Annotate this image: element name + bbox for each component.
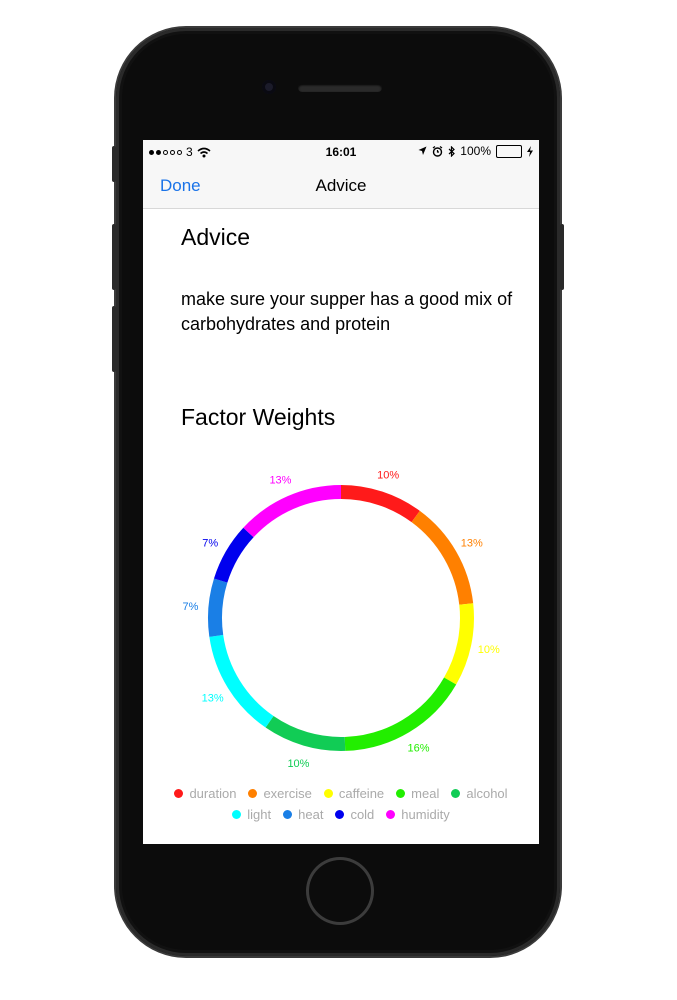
donut-slice-exercise	[411, 510, 474, 605]
donut-slice-duration	[340, 485, 420, 523]
donut-slice-meal	[344, 677, 457, 751]
slice-label-meal: 16%	[408, 743, 430, 755]
legend-label: meal	[411, 786, 440, 801]
slice-label-alcohol: 10%	[287, 758, 309, 770]
legend-label: caffeine	[338, 786, 385, 801]
legend-swatch	[386, 810, 396, 819]
legend-label: exercise	[263, 786, 312, 801]
legend-swatch	[323, 789, 333, 798]
power-button	[560, 224, 564, 290]
legend-swatch	[335, 810, 345, 819]
slice-label-humidity: 13%	[269, 475, 291, 487]
legend-swatch	[283, 810, 293, 819]
legend-item-caffeine[interactable]: caffeine	[323, 786, 385, 801]
legend-item-heat[interactable]: heat	[283, 807, 323, 822]
donut-slice-light	[209, 634, 274, 728]
legend-label: cold	[350, 807, 375, 822]
legend-item-alcohol[interactable]: alcohol	[451, 786, 508, 801]
mute-switch	[112, 146, 116, 182]
slice-label-heat: 7%	[183, 601, 199, 613]
front-camera	[262, 80, 276, 94]
legend-item-exercise[interactable]: exercise	[248, 786, 312, 801]
legend-item-duration[interactable]: duration	[174, 786, 236, 801]
donut-slice-alcohol	[265, 715, 346, 751]
legend-swatch	[396, 789, 406, 798]
donut-slice-caffeine	[443, 603, 474, 685]
chart-legend: duration exercise caffeine meal alcohol light…	[143, 783, 539, 825]
legend-item-humidity[interactable]: humidity	[386, 807, 450, 822]
legend-item-meal[interactable]: meal	[396, 786, 439, 801]
legend-swatch	[232, 810, 242, 819]
legend-label: alcohol	[466, 786, 508, 801]
earpiece-speaker	[298, 84, 382, 92]
legend-label: heat	[298, 807, 324, 822]
volume-down-button	[112, 306, 116, 372]
legend-row: light heat cold humidity	[143, 804, 539, 825]
volume-up-button	[112, 224, 116, 290]
legend-label: light	[247, 807, 272, 822]
legend-row: duration exercise caffeine meal alcohol	[143, 783, 539, 804]
slice-label-light: 13%	[202, 693, 224, 705]
screen: 3 16:01 100% Done Advice Advice make sur…	[143, 140, 539, 844]
legend-swatch	[248, 789, 258, 798]
factor-weights-donut-chart: 10% 13% 10% 16% 10% 13% 7% 7% 13%	[183, 470, 500, 770]
legend-label: humidity	[401, 807, 450, 822]
slice-label-caffeine: 10%	[478, 644, 500, 656]
legend-swatch	[451, 789, 461, 798]
legend-swatch	[174, 789, 184, 798]
donut-slice-heat	[208, 578, 228, 637]
slice-label-duration: 10%	[377, 470, 399, 482]
legend-item-cold[interactable]: cold	[335, 807, 374, 822]
donut-slice-humidity	[243, 485, 342, 538]
home-button[interactable]	[306, 857, 374, 925]
slice-label-cold: 7%	[202, 538, 218, 550]
slice-label-exercise: 13%	[461, 538, 483, 550]
legend-label: duration	[189, 786, 237, 801]
donut-slice-cold	[213, 527, 254, 583]
legend-item-light[interactable]: light	[232, 807, 271, 822]
